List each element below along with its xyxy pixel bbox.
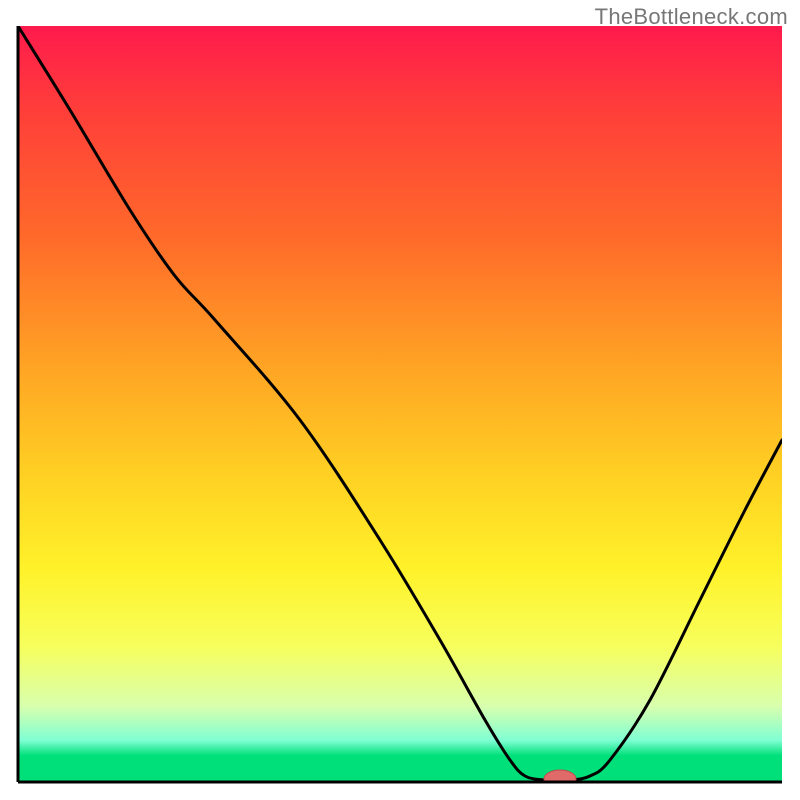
bottleneck-chart: TheBottleneck.com — [0, 0, 800, 800]
watermark-text: TheBottleneck.com — [595, 4, 788, 30]
chart-svg — [0, 0, 800, 800]
optimal-marker — [544, 770, 576, 788]
plot-area — [18, 26, 782, 788]
